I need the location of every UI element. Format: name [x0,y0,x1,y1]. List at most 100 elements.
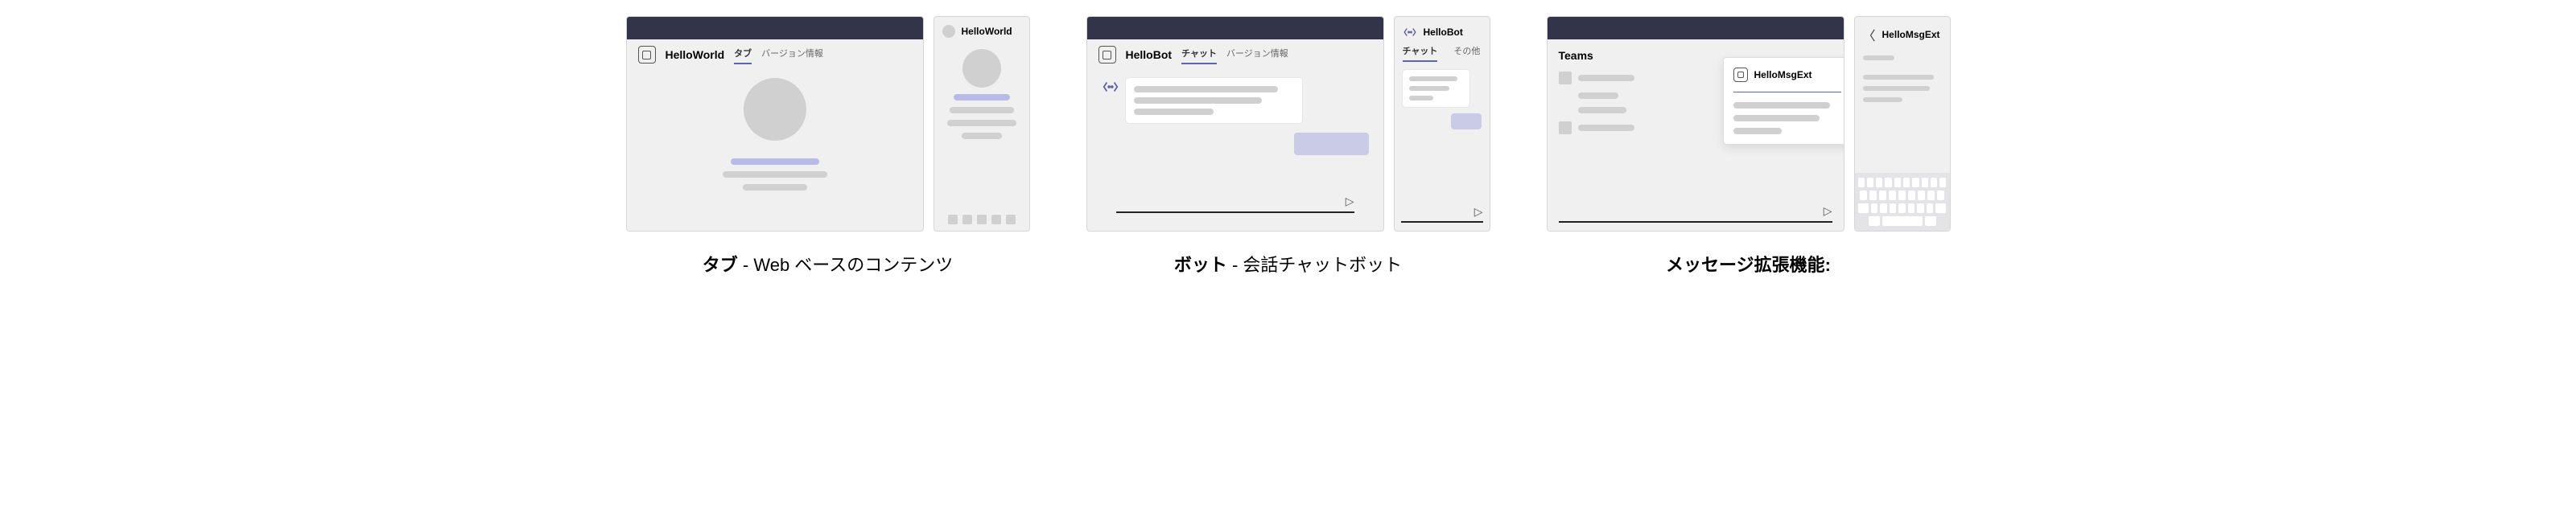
desktop-frame-hellobot: HelloBot チャット バージョン情報 ▷ [1086,16,1384,232]
teams-body: Teams HelloMsgExt [1548,39,1844,231]
bot-message-bubble [1126,78,1302,123]
mobile-header: HelloWorld [934,17,1029,43]
caption-rest: - 会話チャットボット [1227,255,1402,275]
group-msgext: Teams HelloMsgExt [1547,16,1951,277]
keyboard[interactable] [1855,173,1950,231]
user-message-bubble [1451,113,1481,129]
mobile-header: HelloBot [1395,17,1490,44]
back-icon[interactable]: 〈 [1863,25,1876,44]
group-bot: HelloBot チャット バージョン情報 ▷ [1086,16,1490,277]
compose-input[interactable]: ▷ [1401,205,1483,223]
nav-dots[interactable] [934,208,1029,231]
placeholder-line [731,158,819,165]
placeholder-line [1863,75,1934,80]
bot-icon [1403,25,1417,39]
msgext-card: HelloMsgExt [1723,57,1844,145]
compose-wrapper: ▷ [1102,195,1369,223]
app-title-mobile: HelloMsgExt [1882,29,1940,40]
send-icon[interactable]: ▷ [1474,205,1483,219]
tab-version-info[interactable]: バージョン情報 [761,47,823,63]
app-icon-inner [1737,72,1744,78]
caption-bold: ボット [1174,255,1227,275]
caption-bot: ボット - 会話チャットボット [1174,251,1402,277]
card-title: HelloMsgExt [1754,69,1812,80]
mobile-frame-msgext: 〈 HelloMsgExt [1854,16,1951,232]
app-title: HelloWorld [666,48,725,61]
mobile-body: ▷ [1395,64,1490,231]
mobile-body [1855,49,1950,231]
app-title-mobile: HelloWorld [962,26,1012,37]
send-icon[interactable]: ▷ [1346,195,1354,208]
mobile-content [934,43,1029,208]
app-title-mobile: HelloBot [1424,27,1463,38]
avatar-placeholder [962,49,1001,88]
square-icon [1559,121,1572,134]
titlebar [1548,17,1844,39]
group-tab: HelloWorld タブ バージョン情報 HelloWorld [626,16,1030,277]
avatar-small [942,25,955,38]
content-placeholder [627,70,923,191]
mobile-frame-hellobot: HelloBot チャット その他 ▷ [1394,16,1490,232]
mobile-content [1855,49,1950,173]
titlebar [627,17,923,39]
pair-msgext: Teams HelloMsgExt [1547,16,1951,232]
placeholder-line [1134,86,1278,92]
desktop-frame-helloworld: HelloWorld タブ バージョン情報 [626,16,924,232]
caption-rest: - Web ベースのコンテンツ [738,255,953,275]
compose-input[interactable]: ▷ [1559,204,1832,223]
mobile-tabs: チャット その他 [1395,44,1490,64]
placeholder-line [1578,75,1634,81]
avatar-placeholder [744,78,806,141]
app-icon-inner [642,51,651,59]
titlebar [1087,17,1383,39]
compose-wrapper: ▷ [1559,204,1832,223]
app-icon-inner [1103,51,1111,59]
placeholder-line [1578,92,1618,99]
chat-area: ▷ [1087,70,1383,231]
pair-bot: HelloBot チャット バージョン情報 ▷ [1086,16,1490,232]
placeholder-line [1409,86,1449,91]
tab-chat[interactable]: チャット [1403,44,1438,60]
desktop-frame-msgext: Teams HelloMsgExt [1547,16,1844,232]
bot-message-bubble [1403,70,1469,107]
placeholder-line [1578,107,1626,113]
placeholder-line [954,94,1010,101]
placeholder-line [743,184,807,191]
square-icon [1559,72,1572,84]
placeholder-line [962,133,1002,139]
placeholder-line [950,107,1014,113]
tab-version-info[interactable]: バージョン情報 [1226,47,1288,63]
placeholder-line [1409,96,1433,101]
placeholder-line [1733,128,1782,134]
tab-other[interactable]: その他 [1453,44,1480,60]
compose-input[interactable]: ▷ [1116,195,1354,213]
mobile-header: 〈 HelloMsgExt [1855,17,1950,49]
placeholder-line [1863,86,1930,91]
mobile-body [934,43,1029,231]
placeholder-line [1134,109,1214,115]
mobile-frame-helloworld: HelloWorld [934,16,1030,232]
caption-bold: メッセージ拡張機能: [1666,255,1831,275]
caption-msgext: メッセージ拡張機能: [1666,251,1831,277]
tab-tab[interactable]: タブ [734,47,752,63]
mobile-chat-content [1395,64,1490,200]
send-icon[interactable]: ▷ [1824,204,1832,218]
caption-bold: タブ [703,255,738,275]
placeholder-line [1733,102,1831,109]
bot-icon [1102,78,1119,96]
header-row: HelloBot チャット バージョン情報 [1087,39,1383,70]
header-row: HelloWorld タブ バージョン情報 [627,39,923,70]
app-icon [638,46,656,64]
pair-tab: HelloWorld タブ バージョン情報 HelloWorld [626,16,1030,232]
placeholder-line [1733,115,1820,121]
caption-tab: タブ - Web ベースのコンテンツ [703,251,953,277]
placeholder-line [947,120,1016,126]
placeholder-line [1134,97,1262,104]
bot-message-row [1102,78,1369,123]
tab-chat[interactable]: チャット [1181,47,1217,63]
placeholder-line [1863,97,1902,102]
user-message-bubble [1294,133,1369,155]
app-icon [1098,46,1116,64]
placeholder-line [723,171,827,178]
placeholder-line [1578,125,1634,131]
